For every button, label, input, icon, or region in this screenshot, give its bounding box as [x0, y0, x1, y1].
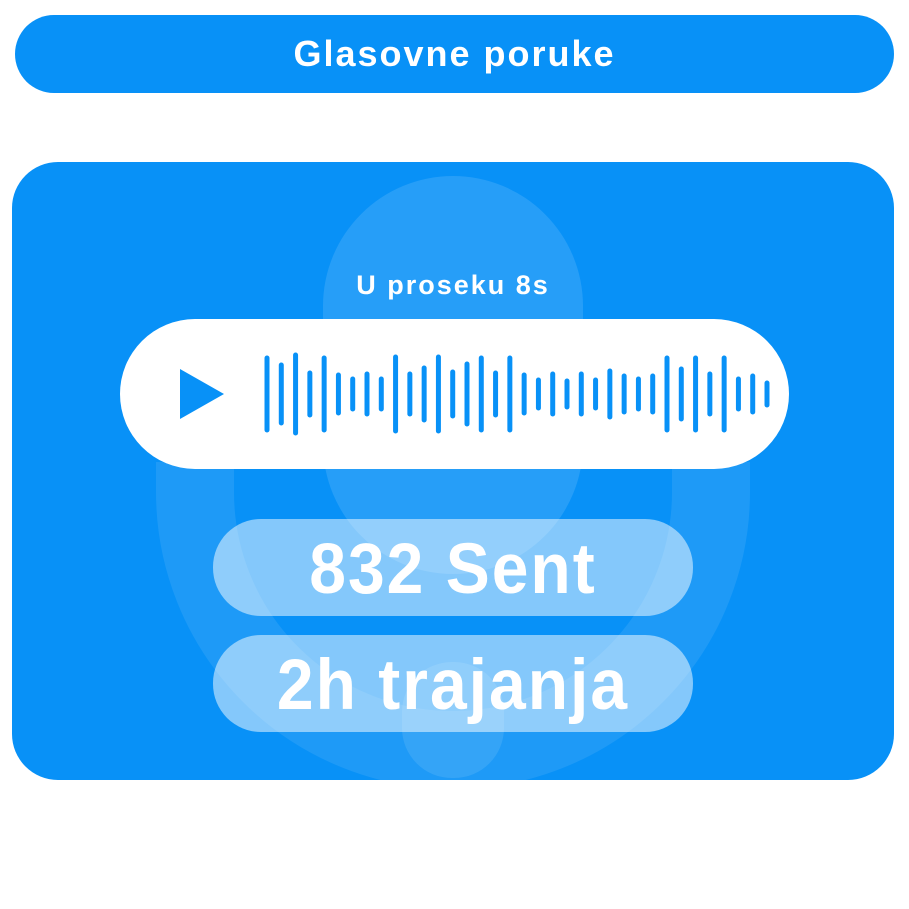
- voice-message-player[interactable]: [120, 319, 789, 469]
- sent-count-text: 832 Sent: [309, 527, 597, 608]
- average-duration-label: U proseku 8s: [356, 270, 550, 300]
- total-duration-text: 2h trajanja: [276, 643, 630, 724]
- header-banner: Glasovne poruke: [15, 15, 894, 93]
- total-duration-badge: 2h trajanja: [213, 635, 693, 732]
- sent-count-badge: 832 Sent: [213, 519, 693, 616]
- waveform: [264, 352, 770, 436]
- play-icon[interactable]: [178, 369, 228, 419]
- voice-messages-card: U proseku 8s 832 Sent 2h trajanja: [12, 162, 894, 780]
- page-title: Glasovne poruke: [293, 33, 616, 74]
